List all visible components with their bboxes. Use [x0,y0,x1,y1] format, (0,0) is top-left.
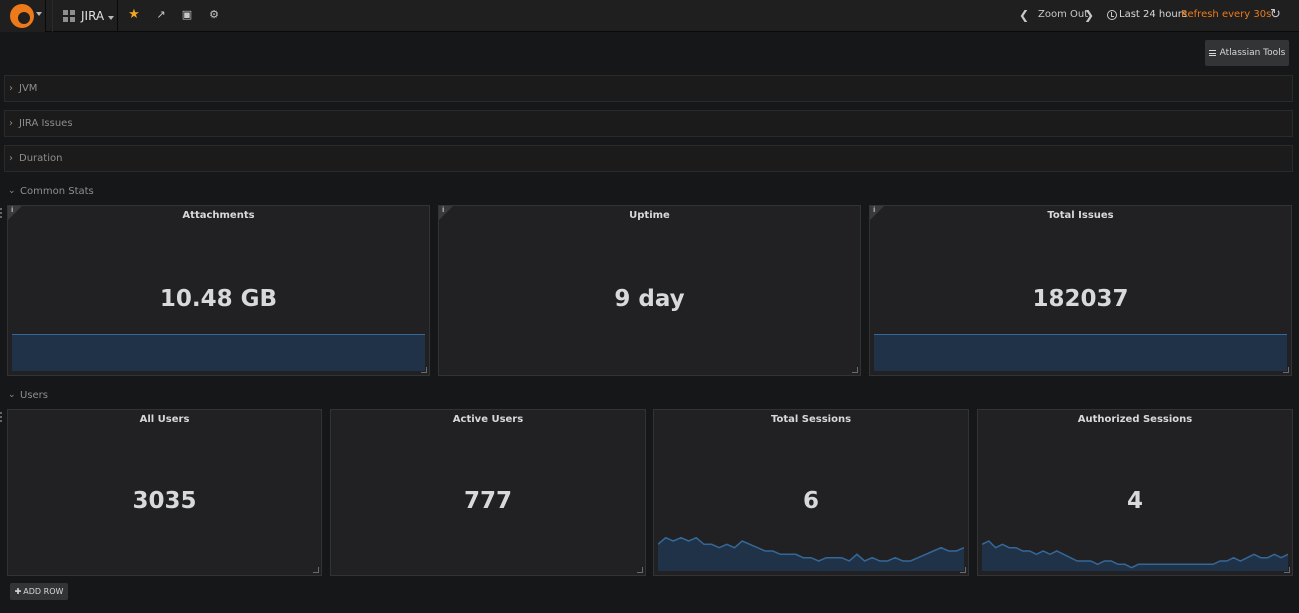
resize-handle[interactable] [1283,367,1289,373]
panel-title[interactable]: Total Sessions [654,414,968,425]
chevron-down-icon[interactable]: ⌄ [8,186,16,196]
panel-title[interactable]: Attachments [8,210,429,221]
panel-uptime[interactable]: i Uptime 9 day [438,205,861,376]
zoom-out-button[interactable]: Zoom Out [1038,9,1088,20]
share-icon[interactable]: ↗ [154,8,168,22]
sparkline-area [874,334,1287,371]
resize-handle[interactable] [637,567,643,573]
panel-title[interactable]: Total Issues [870,210,1291,221]
refresh-icon[interactable]: ↻ [1270,7,1281,22]
drag-handle[interactable] [0,412,4,422]
dashboard-grid-icon [63,10,76,22]
sparkline-area [658,537,964,571]
resize-handle[interactable] [960,567,966,573]
panel-title[interactable]: All Users [8,414,321,425]
save-icon[interactable]: ▣ [180,8,194,22]
row-title: Duration [19,153,63,164]
grafana-logo-icon [10,4,34,28]
resize-handle[interactable] [421,367,427,373]
chevron-right-icon: › [9,83,13,94]
time-forward-chevron-icon[interactable]: ❯ [1084,8,1094,22]
sparkline-area [12,334,425,371]
sparkline-total-sessions [658,536,964,571]
panel-all-users[interactable]: All Users 3035 [7,409,322,576]
panel-authorized-sessions[interactable]: Authorized Sessions 4 [977,409,1293,576]
gear-icon[interactable]: ⚙ [207,8,221,22]
row-common-stats-title[interactable]: Common Stats [20,186,94,197]
panel-attachments[interactable]: i Attachments 10.48 GB [7,205,430,376]
atlassian-tools-label: Atlassian Tools [1219,48,1286,58]
stat-value: 10.48 GB [159,286,278,312]
panel-title[interactable]: Active Users [331,414,645,425]
resize-handle[interactable] [313,567,319,573]
chevron-down-icon[interactable]: ⌄ [8,390,16,400]
clock-icon [1107,10,1117,20]
row-users-title[interactable]: Users [20,390,48,401]
row-jira-issues[interactable]: › JIRA Issues [4,110,1293,137]
drag-handle[interactable] [0,208,4,218]
atlassian-tools-button[interactable]: Atlassian Tools [1205,40,1289,66]
plus-icon: ✚ [14,587,22,596]
chevron-down-icon [36,12,42,16]
top-navbar: JIRA ★ ↗ ▣ ⚙ ❮ Zoom Out ❯ Last 24 hours … [0,0,1299,32]
stat-value: 6 [802,488,819,514]
bars-icon [1208,50,1216,56]
panel-active-users[interactable]: Active Users 777 [330,409,646,576]
row-jvm[interactable]: › JVM [4,75,1293,102]
star-icon[interactable]: ★ [127,8,141,22]
refresh-interval[interactable]: Refresh every 30s [1181,9,1271,20]
add-row-button[interactable]: ✚ ADD ROW [10,583,68,600]
grafana-menu-button[interactable] [0,0,46,32]
panel-total-sessions[interactable]: Total Sessions 6 [653,409,969,576]
chevron-down-icon [108,16,115,20]
row-title: JVM [19,83,38,94]
chevron-right-icon: › [9,153,13,164]
row-title: JIRA Issues [19,118,73,129]
resize-handle[interactable] [852,367,858,373]
panel-title[interactable]: Authorized Sessions [978,414,1292,425]
stat-value: 777 [463,488,512,514]
sparkline-authorized-sessions [982,540,1288,571]
dashboard-title: JIRA [81,9,105,23]
time-range-picker[interactable]: Last 24 hours [1119,9,1187,20]
panel-total-issues[interactable]: i Total Issues 182037 [869,205,1292,376]
resize-handle[interactable] [1284,567,1290,573]
row-duration[interactable]: › Duration [4,145,1293,172]
time-back-chevron-icon[interactable]: ❮ [1019,8,1029,22]
stat-value: 4 [1126,488,1143,514]
stat-value: 9 day [614,286,685,312]
add-row-label: ADD ROW [23,587,64,596]
dashboard-picker[interactable]: JIRA [52,0,118,32]
chevron-right-icon: › [9,118,13,129]
stat-value: 182037 [1032,286,1129,312]
stat-value: 3035 [132,488,197,514]
panel-title[interactable]: Uptime [439,210,860,221]
